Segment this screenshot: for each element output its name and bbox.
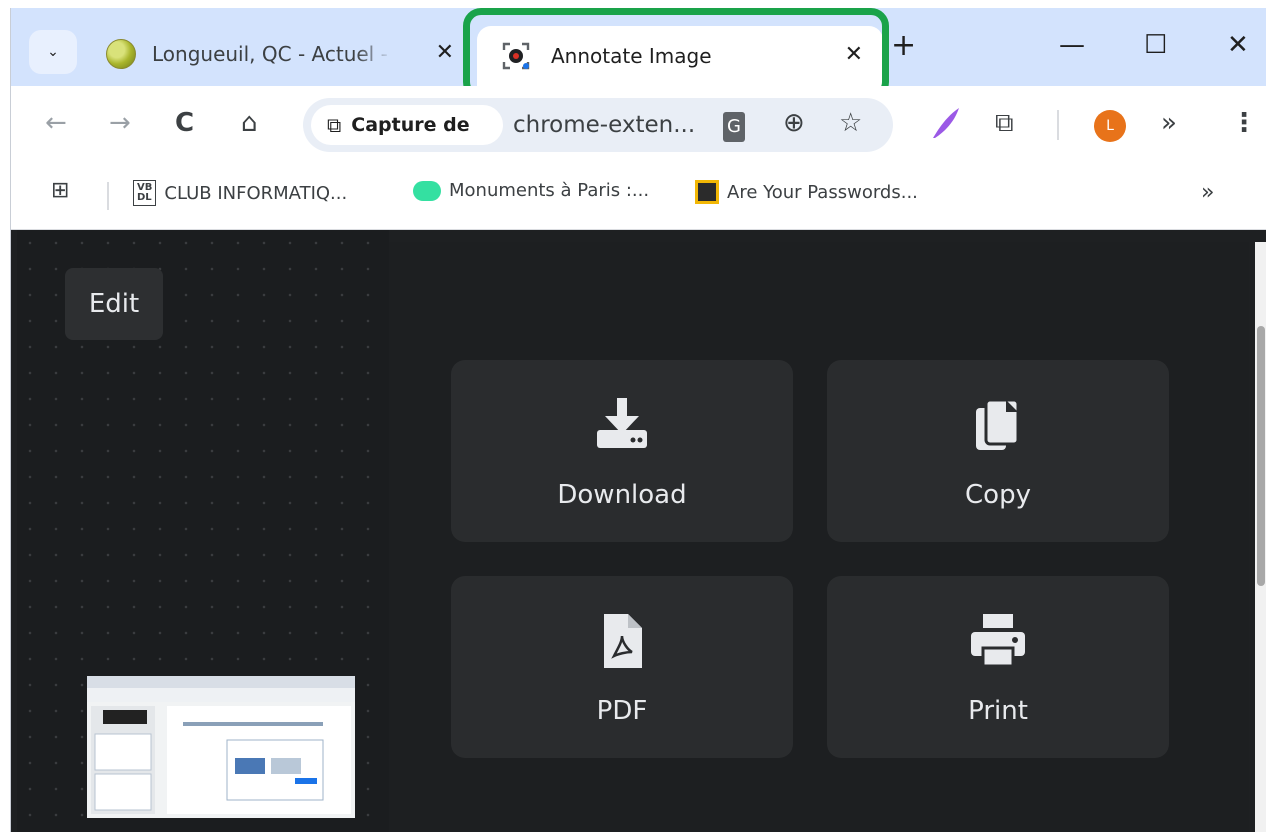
- reload-button[interactable]: C: [175, 108, 194, 138]
- tab-search-button[interactable]: ⌄: [29, 30, 77, 74]
- canvas-panel: Edit: [17, 230, 389, 832]
- print-button[interactable]: Print: [827, 576, 1169, 758]
- close-window-button[interactable]: ✕: [1227, 30, 1249, 60]
- extensions-puzzle-icon[interactable]: ⧉: [995, 108, 1014, 138]
- browser-window: ⌄ Longueuil, QC - Actuel - Météo ✕ Annot…: [10, 8, 1266, 832]
- tab-weather[interactable]: Longueuil, QC - Actuel - Météo ✕: [96, 26, 458, 82]
- forward-button[interactable]: →: [109, 108, 131, 138]
- quill-extension-icon[interactable]: [929, 106, 961, 147]
- chip-label: Capture de: [351, 114, 470, 136]
- tab-title: Longueuil, QC - Actuel - Météo: [152, 42, 392, 66]
- password-check-icon: [695, 180, 719, 204]
- translate-icon[interactable]: G: [723, 112, 745, 142]
- actions-panel: Download Copy PDF Print: [389, 242, 1249, 832]
- download-button[interactable]: Download: [451, 360, 793, 542]
- tab-strip: ⌄ Longueuil, QC - Actuel - Météo ✕ Annot…: [11, 8, 1266, 100]
- toolbar-divider: [1057, 110, 1059, 140]
- profile-avatar[interactable]: L: [1094, 110, 1126, 142]
- bookmarks-overflow-icon[interactable]: »: [1201, 180, 1214, 205]
- menu-kebab-icon[interactable]: ⋮: [1231, 108, 1257, 138]
- new-tab-button[interactable]: +: [891, 28, 916, 63]
- vbdl-logo-icon: VB DL: [133, 180, 157, 206]
- pdf-button[interactable]: PDF: [451, 576, 793, 758]
- page-chip[interactable]: ⧉ Capture de: [311, 105, 503, 145]
- print-label: Print: [968, 696, 1028, 726]
- minimize-button[interactable]: —: [1059, 30, 1085, 60]
- scrollbar-thumb[interactable]: [1257, 326, 1265, 586]
- back-button[interactable]: ←: [45, 108, 67, 138]
- tripadvisor-owl-icon: [413, 180, 441, 201]
- bookmark-star-icon[interactable]: ☆: [839, 108, 862, 138]
- bookmark-monuments-paris[interactable]: Monuments à Paris :...: [413, 180, 649, 201]
- capture-thumbnail[interactable]: [87, 676, 355, 818]
- download-label: Download: [557, 480, 687, 510]
- close-tab-icon[interactable]: ✕: [436, 40, 454, 65]
- zoom-icon[interactable]: ⊕: [783, 108, 805, 138]
- weather-favicon-icon: [106, 39, 136, 69]
- pdf-icon: [604, 614, 642, 668]
- copy-icon: [976, 398, 1020, 450]
- chevron-down-icon: ⌄: [47, 44, 59, 60]
- copy-button[interactable]: Copy: [827, 360, 1169, 542]
- print-icon: [971, 614, 1025, 668]
- bookmark-label: Monuments à Paris :...: [449, 180, 650, 201]
- apps-grid-icon[interactable]: ⊞: [51, 178, 69, 203]
- navigation-toolbar: ← → C ⌂ ⧉ Capture de chrome-exten... G ⊕…: [11, 86, 1266, 164]
- url-text[interactable]: chrome-exten...: [513, 112, 695, 138]
- copy-label: Copy: [965, 480, 1031, 510]
- bookmarks-divider: [107, 182, 109, 210]
- edit-button[interactable]: Edit: [65, 268, 163, 340]
- extension-puzzle-icon: ⧉: [327, 113, 342, 137]
- home-button[interactable]: ⌂: [241, 108, 258, 138]
- bookmark-club-informatique[interactable]: VB DL CLUB INFORMATIQ...: [133, 180, 347, 206]
- bookmark-label: Are Your Passwords...: [727, 181, 918, 203]
- bookmarks-bar: ⊞ VB DL CLUB INFORMATIQ... Monuments à P…: [11, 164, 1266, 230]
- annotate-page: Edit Download Copy PDF Print: [11, 230, 1266, 832]
- pdf-label: PDF: [596, 696, 648, 726]
- maximize-button[interactable]: ☐: [1144, 30, 1167, 60]
- more-extensions-icon[interactable]: »: [1161, 108, 1177, 138]
- bookmark-passwords[interactable]: Are Your Passwords...: [695, 180, 918, 204]
- bookmark-label: CLUB INFORMATIQ...: [164, 182, 348, 204]
- download-icon: [597, 398, 647, 448]
